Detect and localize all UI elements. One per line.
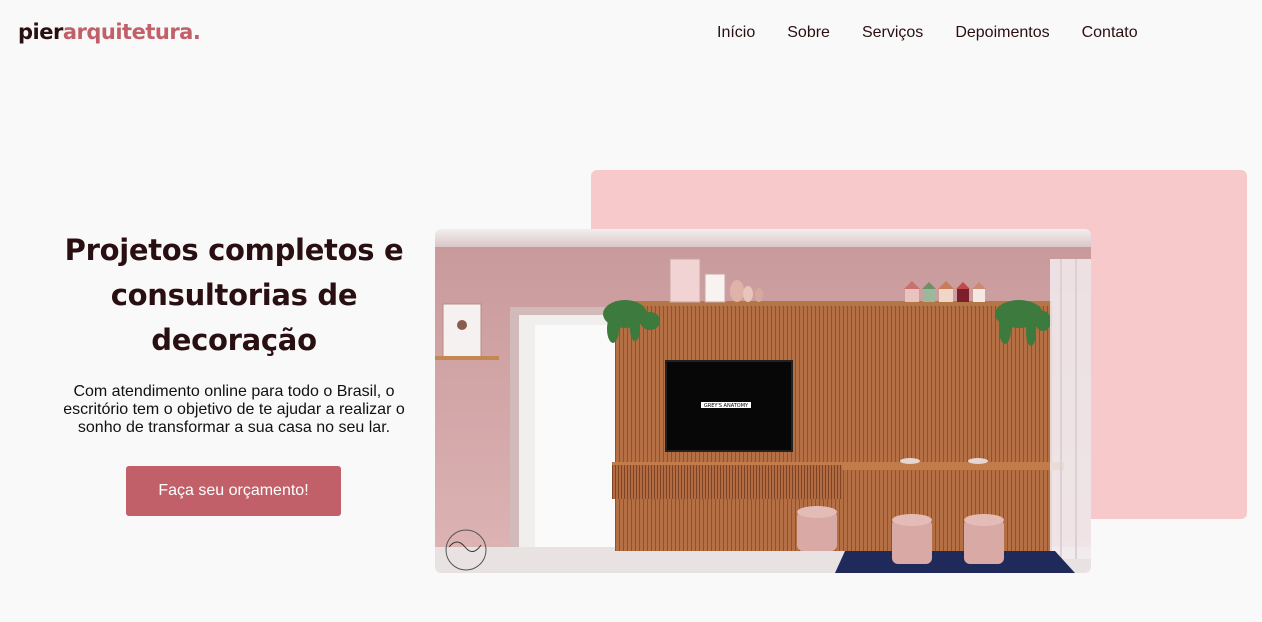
hero-text-block: Projetos completos e consultorias de dec… [55, 228, 413, 437]
hero-room-image: GREY'S ANATOMY [435, 229, 1091, 573]
nav-link-inicio[interactable]: Início [717, 24, 755, 42]
tv-screen-text: GREY'S ANATOMY [704, 403, 749, 409]
logo-part-arquitetura: arquitetura. [62, 20, 201, 44]
main-nav: Início Sobre Serviços Depoimentos Contat… [717, 24, 1170, 42]
logo[interactable]: pierarquitetura. [18, 20, 201, 44]
logo-part-pier: pier [18, 20, 63, 44]
nav-link-servicos[interactable]: Serviços [862, 24, 923, 42]
hero-description: Com atendimento online para todo o Brasi… [63, 383, 405, 436]
nav-link-sobre[interactable]: Sobre [787, 24, 830, 42]
nav-link-depoimentos[interactable]: Depoimentos [955, 24, 1049, 42]
hero-title: Projetos completos e consultorias de dec… [64, 233, 404, 357]
nav-link-contato[interactable]: Contato [1082, 24, 1138, 42]
quote-cta-button[interactable]: Faça seu orçamento! [126, 466, 341, 516]
